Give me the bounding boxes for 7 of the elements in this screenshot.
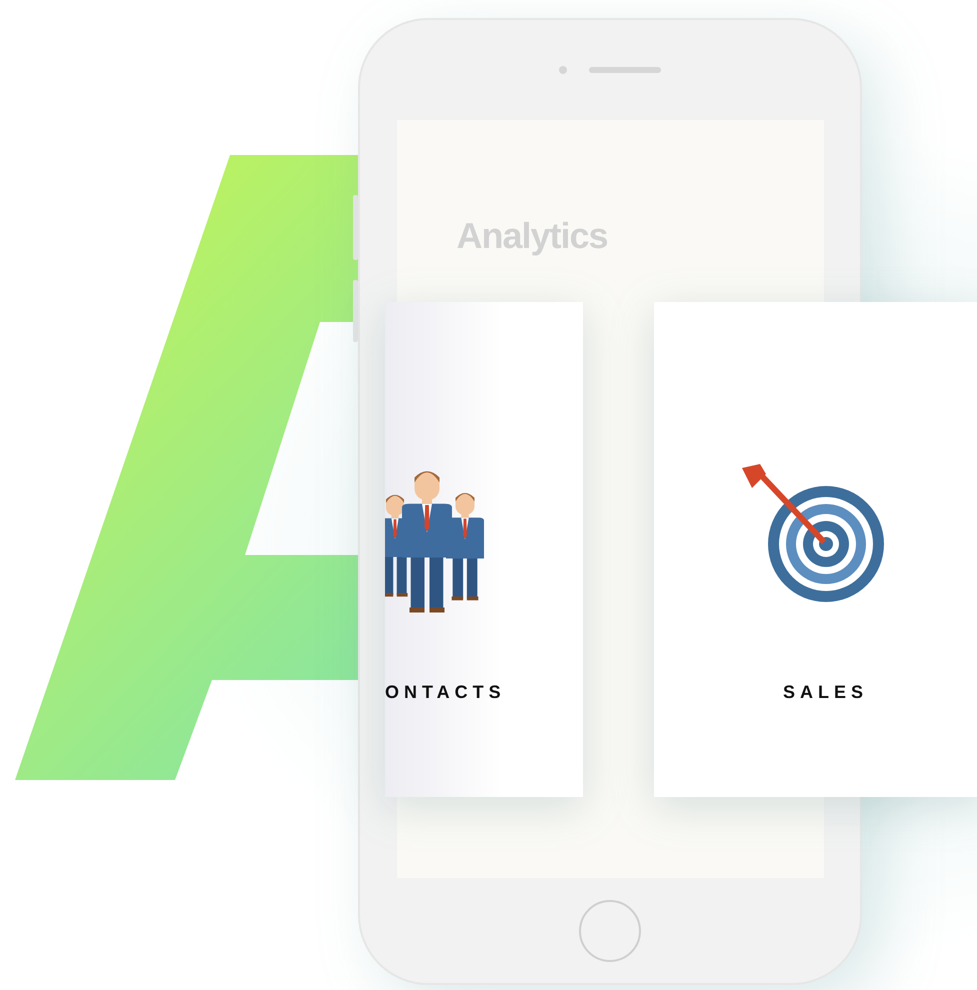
home-button[interactable] bbox=[579, 900, 641, 962]
card-label: ONTACTS bbox=[385, 682, 506, 703]
phone-camera bbox=[559, 66, 567, 74]
category-card[interactable]: SALES bbox=[654, 302, 977, 797]
phone-speaker bbox=[589, 67, 661, 73]
category-card[interactable]: ONTACTS bbox=[385, 302, 583, 797]
card-label: SALES bbox=[783, 682, 868, 703]
